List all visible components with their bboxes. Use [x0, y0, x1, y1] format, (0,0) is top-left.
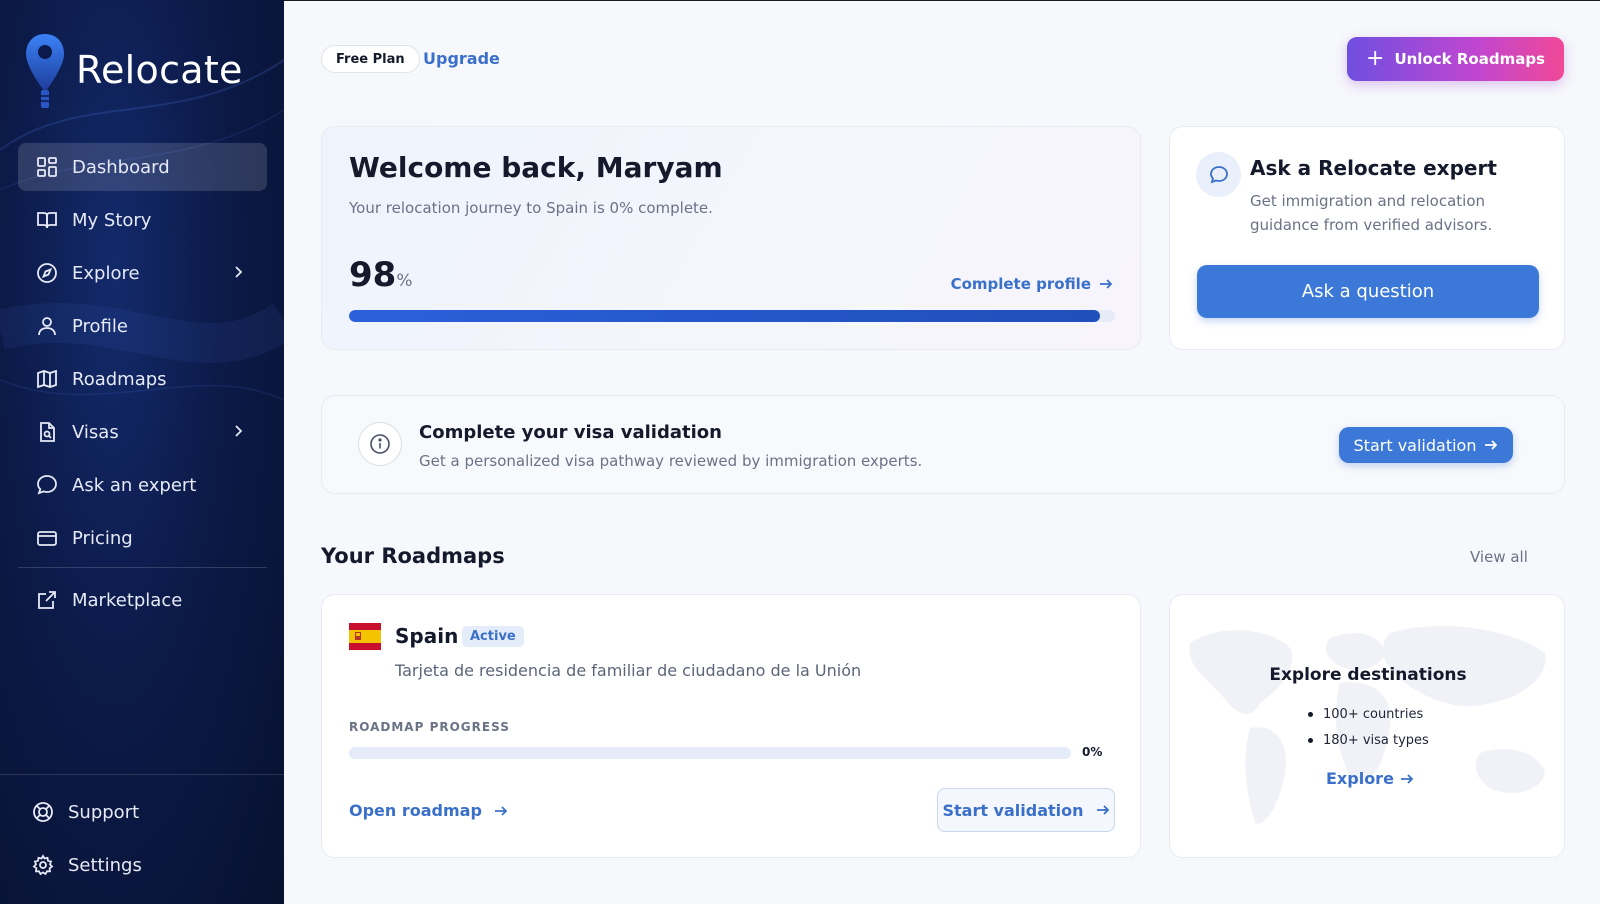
roadmap-progress-label: ROADMAP PROGRESS	[349, 720, 510, 734]
roadmap-card: Spain Active Tarjeta de residencia de fa…	[321, 594, 1141, 858]
expert-card: Ask a Relocate expert Get immigration an…	[1169, 126, 1565, 350]
sidebar-item-marketplace[interactable]: Marketplace	[18, 576, 267, 624]
plus-icon: +	[1366, 46, 1385, 71]
lifebuoy-icon	[32, 801, 54, 823]
open-roadmap-label: Open roadmap	[349, 801, 482, 820]
arrow-right-icon	[494, 805, 508, 816]
external-link-icon	[36, 589, 58, 611]
sidebar-item-visas[interactable]: Visas	[18, 408, 267, 456]
sidebar-bottom-divider	[0, 774, 284, 775]
list-item: 180+ visa types	[1308, 727, 1429, 753]
arrow-right-icon	[1400, 773, 1414, 784]
roadmap-country: Spain	[395, 624, 459, 648]
status-badge: Active	[462, 626, 524, 647]
explore-link[interactable]: Explore	[1326, 769, 1414, 788]
sidebar-item-label: Marketplace	[72, 589, 183, 611]
sidebar-item-ask-an-expert[interactable]: Ask an expert	[18, 461, 267, 509]
sidebar-nav: Dashboard My Story Explore Profile Roadm…	[18, 143, 267, 629]
destinations-list: 100+ countries 180+ visa types	[1308, 701, 1429, 753]
sidebar-item-my-story[interactable]: My Story	[18, 196, 267, 244]
sidebar-item-label: Roadmaps	[72, 368, 167, 390]
welcome-card: Welcome back, Maryam Your relocation jou…	[321, 126, 1141, 350]
sidebar-item-explore[interactable]: Explore	[18, 249, 267, 297]
sidebar-item-label: Pricing	[72, 527, 133, 549]
sidebar-item-label: Dashboard	[72, 156, 170, 178]
profile-percent: 98%	[349, 255, 412, 295]
arrow-right-icon	[1100, 279, 1113, 289]
visa-banner-title: Complete your visa validation	[419, 422, 722, 443]
sidebar-item-label: Support	[68, 801, 140, 823]
expert-description: Get immigration and relocation guidance …	[1250, 192, 1493, 234]
sidebar-item-label: Profile	[72, 315, 128, 337]
upgrade-link[interactable]: Upgrade	[423, 49, 500, 68]
roadmap-progress-bar	[349, 747, 1071, 759]
brand[interactable]: Relocate	[24, 30, 243, 110]
explore-destinations-title: Explore destinations	[1269, 665, 1467, 685]
start-validation-button[interactable]: Start validation	[1339, 427, 1513, 463]
credit-card-icon	[36, 527, 58, 549]
explore-link-label: Explore	[1326, 769, 1394, 788]
sidebar-item-roadmaps[interactable]: Roadmaps	[18, 355, 267, 403]
book-icon	[36, 209, 58, 231]
welcome-subtitle: Your relocation journey to Spain is 0% c…	[349, 199, 713, 217]
brand-name: Relocate	[76, 48, 243, 92]
map-icon	[36, 368, 58, 390]
sidebar-divider	[18, 567, 267, 568]
sidebar-item-settings[interactable]: Settings	[18, 841, 267, 889]
sidebar-item-label: Settings	[68, 854, 142, 876]
info-icon	[358, 422, 402, 466]
explore-destinations-card: Explore destinations 100+ countries 180+…	[1169, 594, 1565, 858]
sidebar-item-label: My Story	[72, 209, 152, 231]
chat-icon	[36, 474, 58, 496]
chevron-right-icon	[235, 425, 243, 437]
expert-title: Ask a Relocate expert	[1250, 156, 1497, 180]
sidebar-item-label: Visas	[72, 421, 119, 443]
user-icon	[36, 315, 58, 337]
roadmap-progress-value: 0%	[1082, 745, 1103, 759]
profile-percent-unit: %	[396, 271, 413, 291]
spain-flag-icon	[349, 623, 381, 650]
roadmap-start-validation-label: Start validation	[942, 800, 1084, 820]
profile-percent-value: 98	[349, 255, 397, 295]
open-roadmap-link[interactable]: Open roadmap	[349, 801, 508, 820]
complete-profile-link[interactable]: Complete profile	[951, 275, 1113, 293]
sidebar-item-pricing[interactable]: Pricing	[18, 514, 267, 562]
location-pin-logo-icon	[26, 34, 64, 108]
unlock-roadmaps-label: Unlock Roadmaps	[1394, 50, 1545, 68]
gear-icon	[32, 854, 54, 876]
sidebar: Relocate Dashboard My Story Explore Prof…	[0, 0, 284, 904]
profile-progress-fill	[349, 310, 1100, 322]
sidebar-item-label: Explore	[72, 262, 140, 284]
chat-bubble-icon	[1196, 152, 1241, 197]
main-content: Free Plan Upgrade + Unlock Roadmaps Welc…	[284, 0, 1600, 904]
view-all-link[interactable]: View all	[1470, 548, 1528, 566]
chevron-right-icon	[235, 266, 243, 278]
roadmaps-heading: Your Roadmaps	[321, 544, 505, 568]
sidebar-item-profile[interactable]: Profile	[18, 302, 267, 350]
sidebar-item-dashboard[interactable]: Dashboard	[18, 143, 267, 191]
profile-progress-bar	[349, 310, 1115, 322]
arrow-right-icon	[1096, 805, 1109, 815]
top-border	[284, 0, 1600, 1]
unlock-roadmaps-button[interactable]: + Unlock Roadmaps	[1347, 37, 1564, 81]
visa-banner-description: Get a personalized visa pathway reviewed…	[419, 452, 923, 470]
compass-icon	[36, 262, 58, 284]
sidebar-item-support[interactable]: Support	[18, 788, 267, 836]
roadmap-start-validation-button[interactable]: Start validation	[937, 788, 1115, 832]
document-search-icon	[36, 421, 58, 443]
plan-badge: Free Plan	[321, 45, 420, 73]
sidebar-item-label: Ask an expert	[72, 474, 197, 496]
start-validation-label: Start validation	[1353, 435, 1477, 455]
visa-validation-banner: Complete your visa validation Get a pers…	[321, 395, 1565, 494]
complete-profile-label: Complete profile	[950, 275, 1091, 293]
welcome-title: Welcome back, Maryam	[349, 151, 723, 184]
dashboard-icon	[36, 156, 58, 178]
ask-question-button[interactable]: Ask a question	[1197, 265, 1539, 318]
sidebar-bottom-nav: Support Settings	[18, 788, 267, 894]
arrow-right-icon	[1485, 440, 1498, 450]
roadmap-description: Tarjeta de residencia de familiar de ciu…	[395, 661, 862, 680]
list-item: 100+ countries	[1308, 701, 1429, 727]
